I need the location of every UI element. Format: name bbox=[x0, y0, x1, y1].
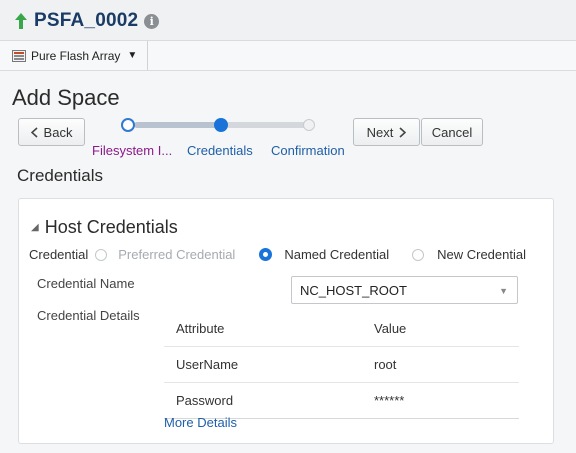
cancel-button-label: Cancel bbox=[431, 124, 473, 140]
attribute-cell: Password bbox=[176, 393, 234, 408]
cancel-button[interactable]: Cancel bbox=[421, 118, 483, 146]
credential-details-table: Attribute Value UserName root Password *… bbox=[164, 311, 519, 419]
credential-name-label: Credential Name bbox=[37, 276, 135, 291]
train-connector-2 bbox=[226, 122, 306, 128]
host-credentials-panel: ◢ Host Credentials Credential Preferred … bbox=[18, 198, 554, 444]
panel-title: Host Credentials bbox=[44, 217, 178, 237]
back-button[interactable]: Back bbox=[18, 118, 85, 146]
back-button-label: Back bbox=[43, 124, 73, 140]
table-header-row: Attribute Value bbox=[164, 311, 519, 347]
preferred-credential-label: Preferred Credential bbox=[118, 247, 236, 262]
panel-header[interactable]: ◢ Host Credentials bbox=[31, 217, 178, 238]
page-header: PSFA_0002 i bbox=[0, 0, 576, 41]
section-title: Credentials bbox=[17, 166, 103, 185]
train-connector-1 bbox=[134, 122, 220, 128]
train-stop-credentials bbox=[214, 118, 228, 132]
attribute-cell: UserName bbox=[176, 357, 239, 372]
target-title: PSFA_0002 bbox=[34, 10, 139, 31]
train-label-credentials: Credentials bbox=[187, 143, 253, 158]
train-label-confirmation: Confirmation bbox=[271, 143, 345, 158]
credential-type-row: Credential Preferred Credential Named Cr… bbox=[29, 247, 526, 262]
table-row: UserName root bbox=[164, 347, 519, 383]
train-label-filesystem[interactable]: Filesystem I... bbox=[92, 143, 172, 158]
preferred-credential-radio bbox=[95, 248, 108, 261]
more-details-link[interactable]: More Details bbox=[164, 415, 237, 430]
credential-name-select[interactable]: NC_HOST_ROOT ▼ bbox=[291, 276, 518, 304]
column-header-attribute: Attribute bbox=[176, 321, 225, 336]
info-icon[interactable]: i bbox=[144, 13, 160, 29]
chevron-left-icon bbox=[30, 126, 38, 138]
target-menu-bar: Pure Flash Array ▼ bbox=[0, 41, 576, 71]
new-credential-label[interactable]: New Credential bbox=[437, 247, 526, 262]
new-credential-radio[interactable] bbox=[412, 248, 425, 261]
collapse-triangle-icon[interactable]: ◢ bbox=[31, 222, 39, 233]
column-header-value: Value bbox=[374, 321, 407, 336]
next-button-label: Next bbox=[366, 124, 394, 140]
value-cell: ****** bbox=[374, 393, 405, 408]
menu-caret-icon: ▼ bbox=[127, 50, 138, 61]
target-menu-label: Pure Flash Array bbox=[31, 48, 121, 63]
named-credential-radio[interactable] bbox=[259, 248, 273, 261]
value-cell: root bbox=[374, 357, 397, 372]
storage-array-icon bbox=[12, 49, 26, 62]
title-row: PSFA_0002 i bbox=[14, 10, 160, 32]
page-title: Add Space bbox=[12, 85, 120, 110]
target-menu-button[interactable]: Pure Flash Array ▼ bbox=[6, 41, 149, 70]
train-stop-confirmation bbox=[303, 119, 315, 131]
target-up-status-icon bbox=[15, 13, 27, 29]
train-stop-filesystem[interactable] bbox=[121, 118, 135, 132]
credential-label: Credential bbox=[29, 247, 89, 262]
table-row: Password ****** bbox=[164, 383, 519, 419]
named-credential-label[interactable]: Named Credential bbox=[284, 247, 389, 262]
chevron-right-icon bbox=[399, 126, 407, 138]
next-button[interactable]: Next bbox=[353, 118, 420, 146]
dropdown-caret-icon: ▼ bbox=[499, 286, 508, 296]
credential-details-label: Credential Details bbox=[37, 308, 140, 323]
credential-name-value: NC_HOST_ROOT bbox=[300, 282, 407, 298]
